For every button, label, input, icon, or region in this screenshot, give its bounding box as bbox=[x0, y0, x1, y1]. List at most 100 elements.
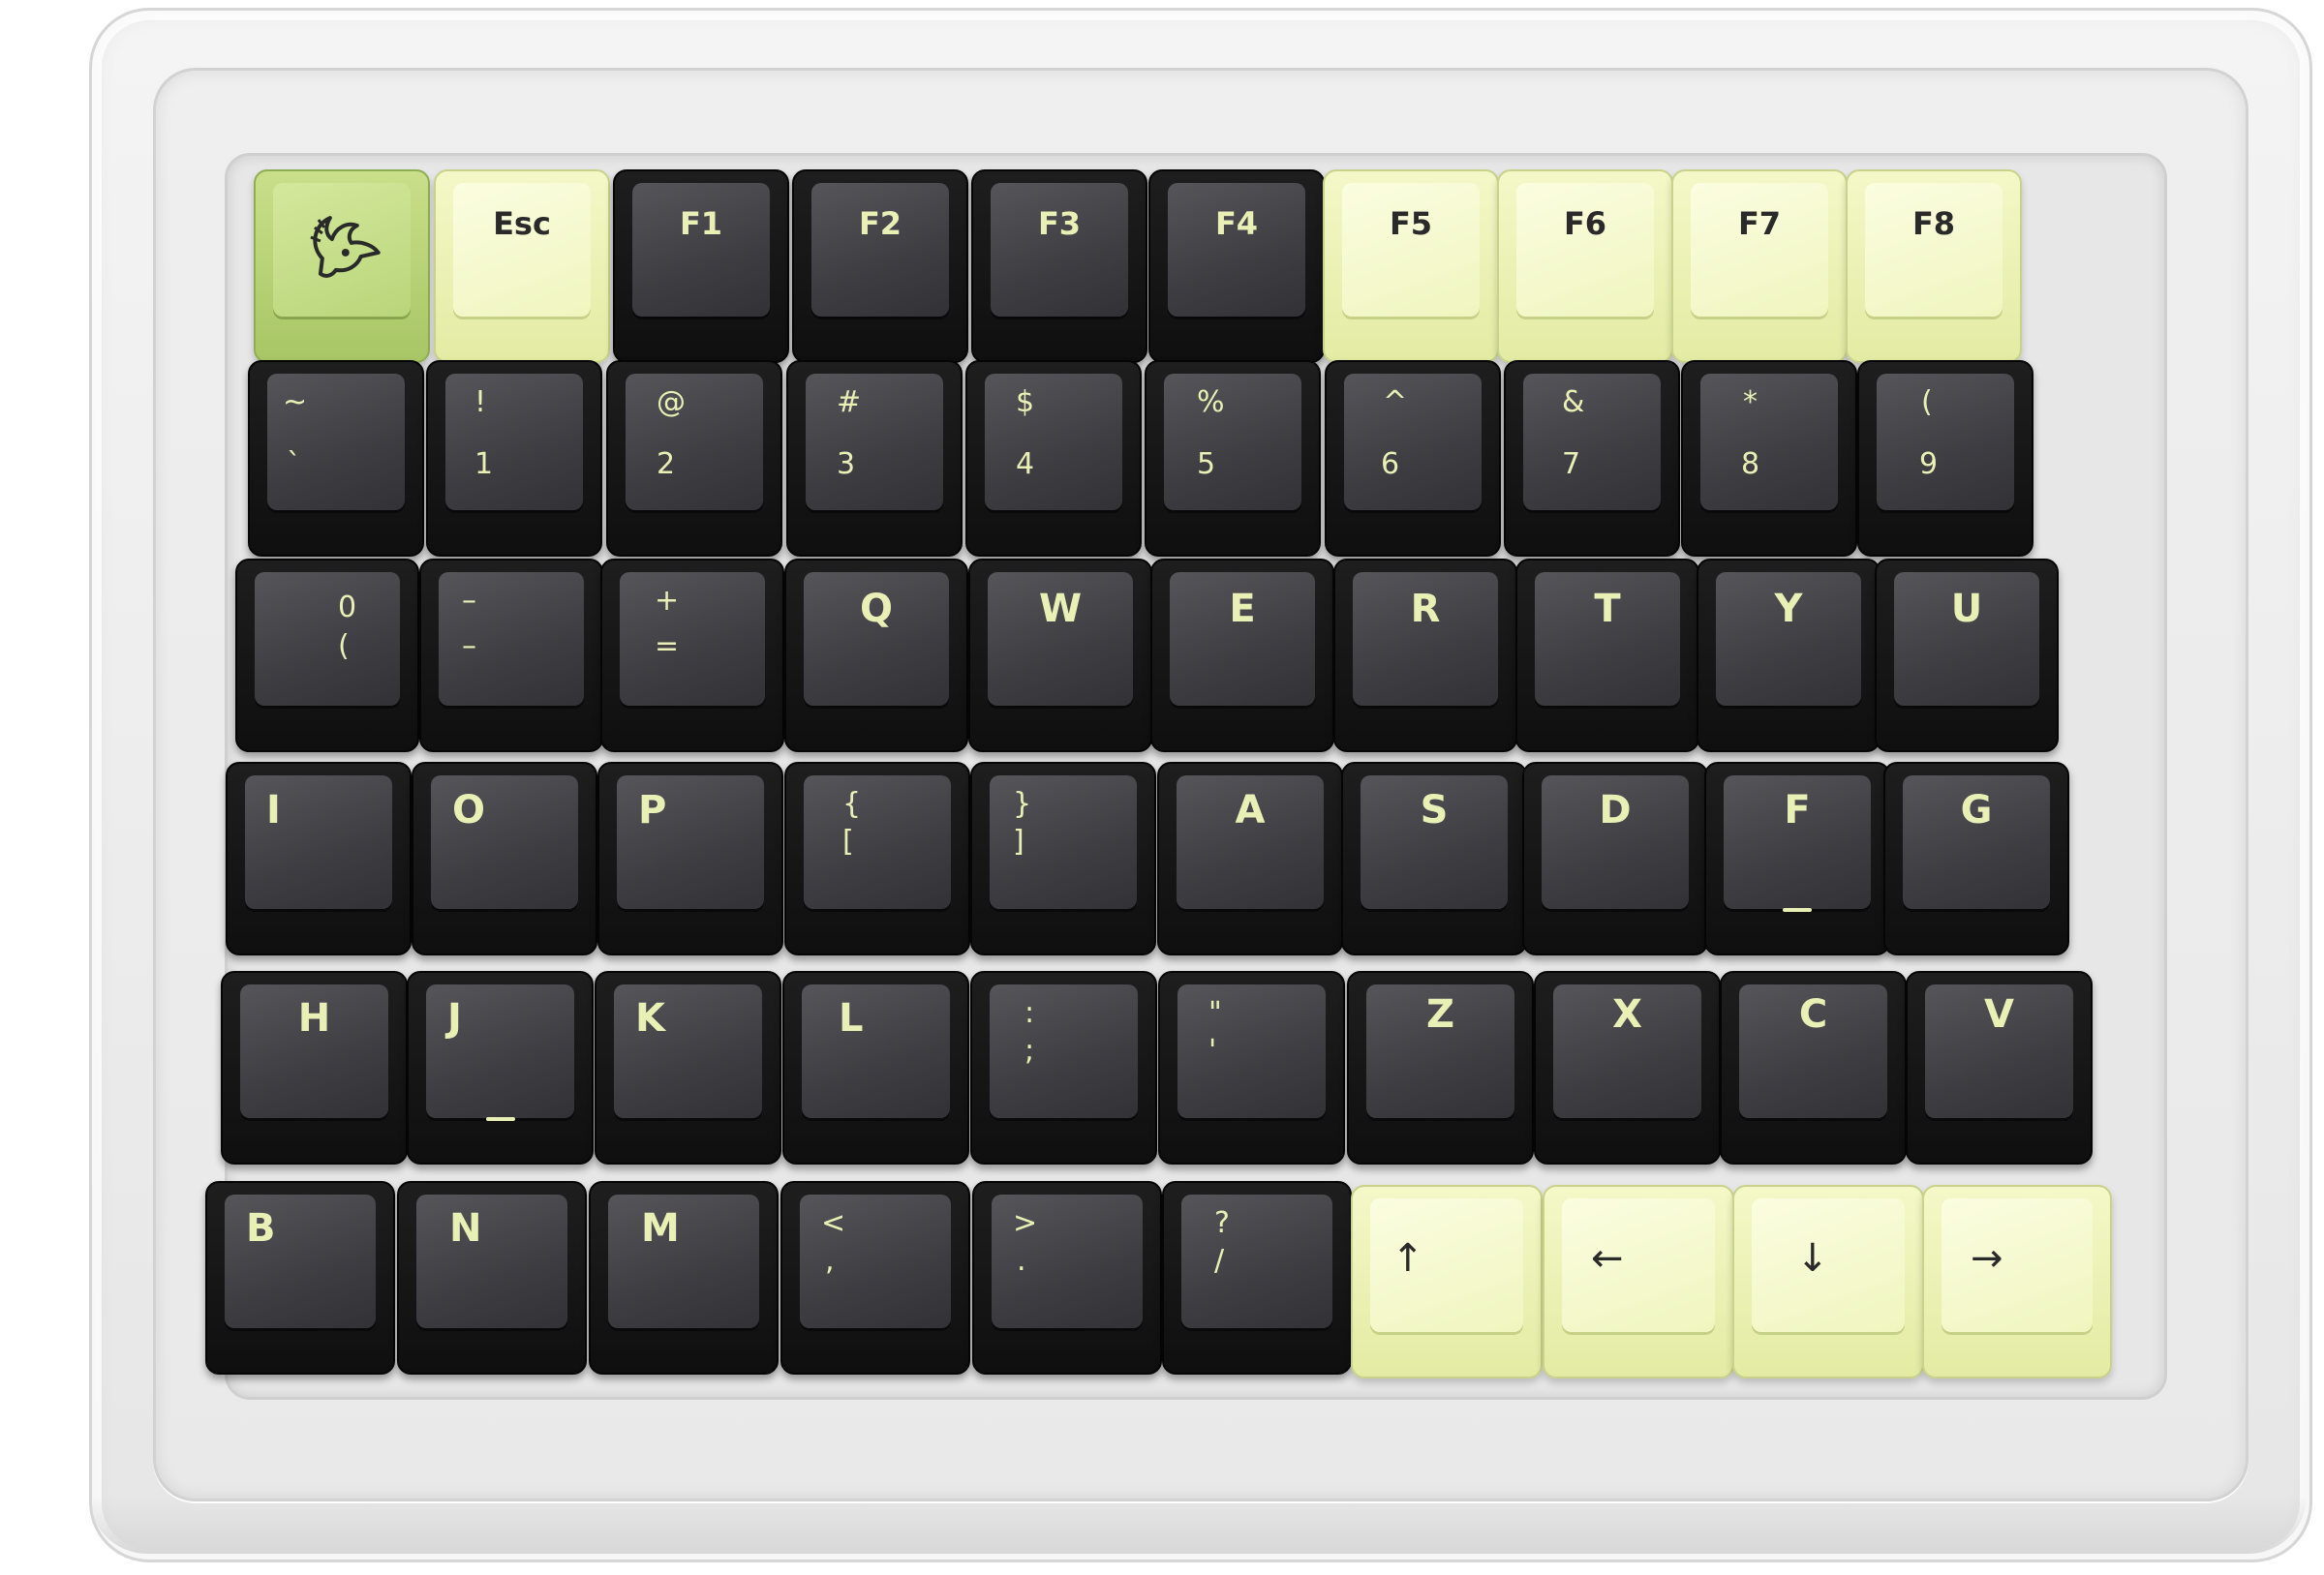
keycap-i: I bbox=[226, 762, 412, 955]
keycap-legend-lower: , bbox=[825, 1243, 835, 1278]
keycap-legend-upper: ! bbox=[474, 384, 487, 419]
keycap-b: B bbox=[205, 1181, 395, 1375]
down-arrow-icon: ↓ bbox=[1796, 1235, 1829, 1281]
keycap-legend-lower: 4 bbox=[1016, 446, 1035, 481]
keycap-legend-lower: ( bbox=[338, 628, 350, 663]
keycap-m: M bbox=[589, 1181, 779, 1375]
keycap-legend: Esc bbox=[493, 205, 551, 243]
keycap-minus: – – bbox=[419, 559, 603, 752]
keycap-legend: F3 bbox=[1037, 205, 1082, 243]
keycap-legend-lower: 1 bbox=[474, 446, 494, 481]
keycap-esc: Esc bbox=[434, 169, 610, 363]
keycap-period: > . bbox=[972, 1181, 1162, 1375]
keycap-right-arrow: → bbox=[1922, 1185, 2112, 1378]
keycap-comma: < , bbox=[780, 1181, 970, 1375]
keycap-legend-lower: ' bbox=[1208, 1033, 1217, 1068]
homing-bump bbox=[485, 1116, 515, 1121]
keycap-grave: ~ ` bbox=[248, 360, 424, 557]
keycap-legend: C bbox=[1798, 991, 1828, 1037]
duck-logo-icon bbox=[310, 216, 381, 279]
keycap-legend: Y bbox=[1774, 587, 1803, 632]
keycap-legend-lower: 8 bbox=[1741, 446, 1760, 481]
keycap-legend: F7 bbox=[1737, 205, 1782, 243]
keycap-r: R bbox=[1333, 559, 1517, 752]
keycap-8: * 8 bbox=[1681, 360, 1857, 557]
keycap-legend-upper: $ bbox=[1016, 384, 1035, 419]
keycap-legend-upper: + bbox=[655, 583, 680, 618]
keycap-legend: J bbox=[447, 995, 462, 1041]
keycap-left-bracket: { [ bbox=[784, 762, 970, 955]
keycap-p: P bbox=[597, 762, 783, 955]
keycap-legend-lower: [ bbox=[842, 824, 854, 859]
keycap-legend-lower: 7 bbox=[1562, 446, 1581, 481]
keycap-legend-upper: " bbox=[1208, 995, 1222, 1030]
keycap-down-arrow: ↓ bbox=[1732, 1185, 1924, 1378]
keycap-tray-photo: Esc F1 F2 F3 F4 F5 F6 F7 F8 ~ ` ! 1 @ 2 … bbox=[0, 0, 2324, 1575]
keycap-legend-lower: 3 bbox=[837, 446, 856, 481]
keycap-n: N bbox=[397, 1181, 587, 1375]
keycap-legend-upper: – bbox=[462, 583, 476, 618]
keycap-j: J bbox=[407, 971, 594, 1165]
keycap-s: S bbox=[1341, 762, 1527, 955]
plastic-tray-rim bbox=[89, 1496, 2307, 1554]
keycap-5: % 5 bbox=[1145, 360, 1321, 557]
keycap-q: Q bbox=[784, 559, 968, 752]
keycap-w: W bbox=[968, 559, 1152, 752]
keycap-legend-lower: . bbox=[1017, 1243, 1026, 1278]
keycap-1: ! 1 bbox=[426, 360, 602, 557]
keycap-y: Y bbox=[1697, 559, 1881, 752]
keycap-legend: W bbox=[1038, 587, 1083, 632]
keycap-e: E bbox=[1150, 559, 1334, 752]
keycap-legend: N bbox=[449, 1205, 482, 1251]
keycap-4: $ 4 bbox=[965, 360, 1142, 557]
keycap-legend: F2 bbox=[858, 205, 902, 243]
keycap-d: D bbox=[1522, 762, 1708, 955]
keycap-legend: H bbox=[297, 995, 331, 1041]
keycap-legend: F8 bbox=[1911, 205, 1956, 243]
up-arrow-icon: ↑ bbox=[1391, 1235, 1424, 1281]
keycap-legend: T bbox=[1594, 587, 1621, 632]
keycap-h: H bbox=[221, 971, 408, 1165]
keycap-quote: " ' bbox=[1158, 971, 1345, 1165]
keycap-legend: A bbox=[1235, 788, 1266, 833]
keycap-legend: F5 bbox=[1389, 205, 1433, 243]
keycap-logo bbox=[254, 169, 430, 363]
keycap-legend: B bbox=[246, 1205, 276, 1251]
keycap-legend: F bbox=[1784, 788, 1811, 833]
keycap-f6: F6 bbox=[1497, 169, 1673, 363]
keycap-legend-lower: 9 bbox=[1919, 446, 1939, 481]
keycap-legend-upper: ( bbox=[1921, 384, 1933, 419]
keycap-legend-lower: ` bbox=[287, 446, 301, 481]
keycap-legend-upper: % bbox=[1197, 384, 1225, 419]
keycap-2: @ 2 bbox=[606, 360, 782, 557]
keycap-legend: F6 bbox=[1563, 205, 1607, 243]
keycap-7: & 7 bbox=[1504, 360, 1680, 557]
keycap-f3: F3 bbox=[971, 169, 1147, 363]
right-arrow-icon: → bbox=[1971, 1235, 2003, 1281]
keycap-legend: I bbox=[266, 788, 281, 833]
keycap-3: # 3 bbox=[786, 360, 963, 557]
keycap-legend-lower: 5 bbox=[1197, 446, 1216, 481]
keycap-legend-lower: ] bbox=[1013, 824, 1024, 859]
keycap-legend-upper: : bbox=[1024, 995, 1035, 1030]
keycap-v: V bbox=[1906, 971, 2093, 1165]
keycap-equal: + = bbox=[600, 559, 784, 752]
keycap-c: C bbox=[1720, 971, 1907, 1165]
keycap-l: L bbox=[782, 971, 969, 1165]
keycap-legend-upper: } bbox=[1013, 786, 1032, 821]
keycap-legend: F1 bbox=[679, 205, 723, 243]
keycap-up-arrow: ↑ bbox=[1351, 1185, 1543, 1378]
keycap-9: ( 9 bbox=[1857, 360, 2034, 557]
keycap-legend: X bbox=[1612, 991, 1642, 1037]
keycap-f4: F4 bbox=[1148, 169, 1325, 363]
keycap-slash: ? / bbox=[1162, 1181, 1352, 1375]
keycap-f8: F8 bbox=[1846, 169, 2022, 363]
keycap-legend: P bbox=[638, 788, 667, 833]
keycap-legend: M bbox=[641, 1205, 680, 1251]
keycap-f5: F5 bbox=[1323, 169, 1499, 363]
keycap-legend-lower: ; bbox=[1024, 1033, 1035, 1068]
keycap-legend-lower: – bbox=[462, 628, 476, 663]
keycap-f1: F1 bbox=[613, 169, 789, 363]
keycap-legend-upper: ~ bbox=[283, 384, 308, 419]
keycap-legend: K bbox=[635, 995, 665, 1041]
